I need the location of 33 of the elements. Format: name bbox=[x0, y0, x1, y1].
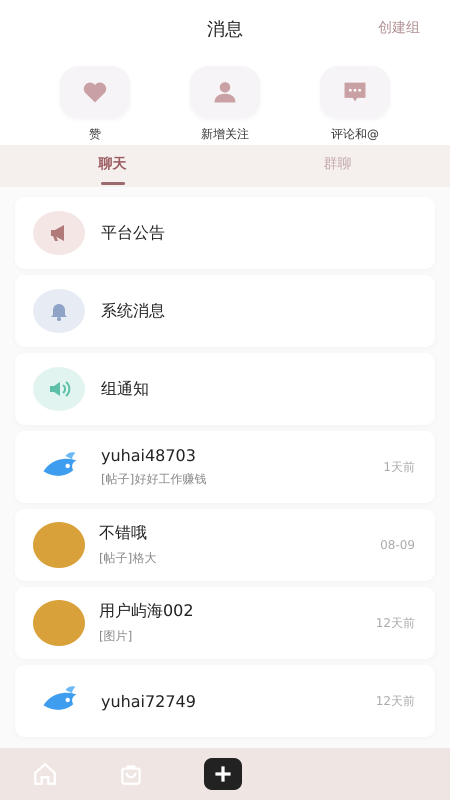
conversation-card[interactable]: yuhai72749 12天前 bbox=[15, 665, 435, 737]
home-icon bbox=[32, 761, 58, 787]
shortcut-label: 新增关注 bbox=[201, 126, 249, 143]
shortcut-button[interactable] bbox=[320, 66, 390, 118]
conversation-card[interactable]: 系统消息 bbox=[15, 275, 435, 347]
page-title: 消息 bbox=[207, 18, 243, 41]
conversation-card[interactable]: 平台公告 bbox=[15, 197, 435, 269]
plus-button[interactable] bbox=[204, 758, 242, 790]
conversation-name: 组通知 bbox=[101, 378, 150, 400]
shortcut-button[interactable] bbox=[60, 66, 130, 118]
shortcut-button[interactable] bbox=[190, 66, 260, 118]
conversation-name: yuhai48703 bbox=[101, 446, 197, 465]
message-time: 12天前 bbox=[376, 692, 415, 710]
tab[interactable]: 聊天 bbox=[0, 145, 225, 187]
message-preview: [帖子]格大 bbox=[99, 550, 158, 567]
shortcut-label: 评论和@ bbox=[331, 126, 379, 143]
conversation-card[interactable]: 组通知 bbox=[15, 353, 435, 425]
conversation-name: yuhai72749 bbox=[101, 692, 197, 710]
conversation-name: 用户屿海002 bbox=[99, 601, 195, 622]
photo-placeholder bbox=[33, 522, 85, 568]
conversation-card[interactable]: 用户屿海002 [图片] 12天前 bbox=[15, 587, 435, 659]
message-time: 1天前 bbox=[383, 458, 415, 476]
message-preview: [图片] bbox=[99, 628, 134, 645]
message-preview: [帖子]好好工作赚钱 bbox=[101, 471, 208, 488]
photo-placeholder bbox=[33, 600, 85, 646]
conversation-card[interactable]: yuhai48703 [帖子]好好工作赚钱 1天前 bbox=[15, 431, 435, 503]
message-time: 12天前 bbox=[376, 614, 415, 632]
conversation-card[interactable]: 不错哦 [帖子]格大 08-09 bbox=[15, 509, 435, 581]
message-time: 08-09 bbox=[380, 538, 415, 552]
conversation-name: 平台公告 bbox=[101, 222, 166, 244]
conversation-name: 系统消息 bbox=[101, 300, 166, 322]
conversation-name: 不错哦 bbox=[99, 523, 148, 544]
shortcut-label: 赞 bbox=[89, 126, 101, 143]
